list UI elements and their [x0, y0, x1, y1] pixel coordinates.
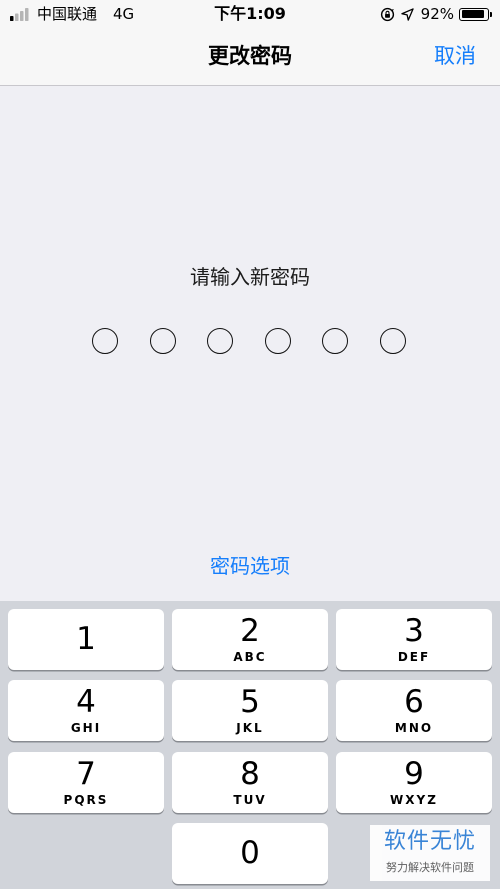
- passcode-dot: [322, 328, 348, 354]
- key-digit: 7: [76, 756, 96, 792]
- watermark-title: 软件无忧: [383, 829, 476, 854]
- key-digit: 0: [240, 835, 260, 871]
- key-6[interactable]: 6 MNO: [336, 680, 492, 741]
- key-0[interactable]: 0: [172, 823, 328, 884]
- passcode-dots: [92, 328, 408, 355]
- rotation-lock-icon: [380, 7, 394, 21]
- battery-tip: [490, 11, 492, 17]
- passcode-dot: [92, 328, 118, 354]
- page-title: 更改密码: [208, 44, 292, 68]
- key-letters: JKL: [236, 721, 264, 735]
- passcode-dot: [207, 328, 233, 354]
- key-digit: 4: [76, 684, 96, 720]
- key-7[interactable]: 7 PQRS: [8, 752, 164, 813]
- passcode-dot: [149, 328, 176, 354]
- key-digit: 8: [240, 756, 260, 792]
- key-letters: MNO: [394, 721, 434, 735]
- key-letters: PQRS: [63, 793, 109, 807]
- key-2[interactable]: 2 ABC: [172, 609, 328, 670]
- key-3[interactable]: 3 DEF: [336, 609, 492, 670]
- key-letters: GHI: [70, 721, 102, 735]
- key-letters: ABC: [233, 650, 267, 664]
- key-digit: 1: [76, 621, 96, 657]
- key-digit: 3: [404, 613, 424, 649]
- watermark-logo: 软件无忧 努力解决软件问题: [370, 825, 490, 881]
- battery-level: [461, 10, 484, 18]
- key-5[interactable]: 5 JKL: [172, 680, 328, 741]
- location-arrow-icon: [400, 7, 414, 21]
- key-letters: TUV: [233, 793, 267, 807]
- key-8[interactable]: 8 TUV: [172, 752, 328, 813]
- key-1[interactable]: 1: [8, 609, 164, 670]
- watermark-subtitle: 努力解决软件问题: [386, 861, 474, 874]
- key-digit: 5: [240, 684, 260, 720]
- battery-percent: 92%: [420, 5, 454, 23]
- key-letters: DEF: [397, 650, 431, 664]
- key-digit: 2: [240, 613, 260, 649]
- key-digit: 9: [404, 756, 424, 792]
- passcode-dot: [264, 328, 291, 354]
- key-9[interactable]: 9 WXYZ: [336, 752, 492, 813]
- navigation-bar: 更改密码 取消: [0, 28, 500, 86]
- status-bar: 中国联通 4G 下午1:09 92%: [0, 0, 500, 28]
- key-digit: 6: [404, 684, 424, 720]
- key-letters: WXYZ: [390, 793, 438, 807]
- passcode-prompt: 请输入新密码: [190, 265, 310, 289]
- key-4[interactable]: 4 GHI: [8, 680, 164, 741]
- passcode-options-link[interactable]: 密码选项: [0, 553, 500, 579]
- cancel-button[interactable]: 取消: [434, 43, 476, 69]
- passcode-dot: [379, 328, 406, 354]
- battery-icon: [459, 7, 489, 21]
- status-right-group: 92%: [380, 4, 492, 24]
